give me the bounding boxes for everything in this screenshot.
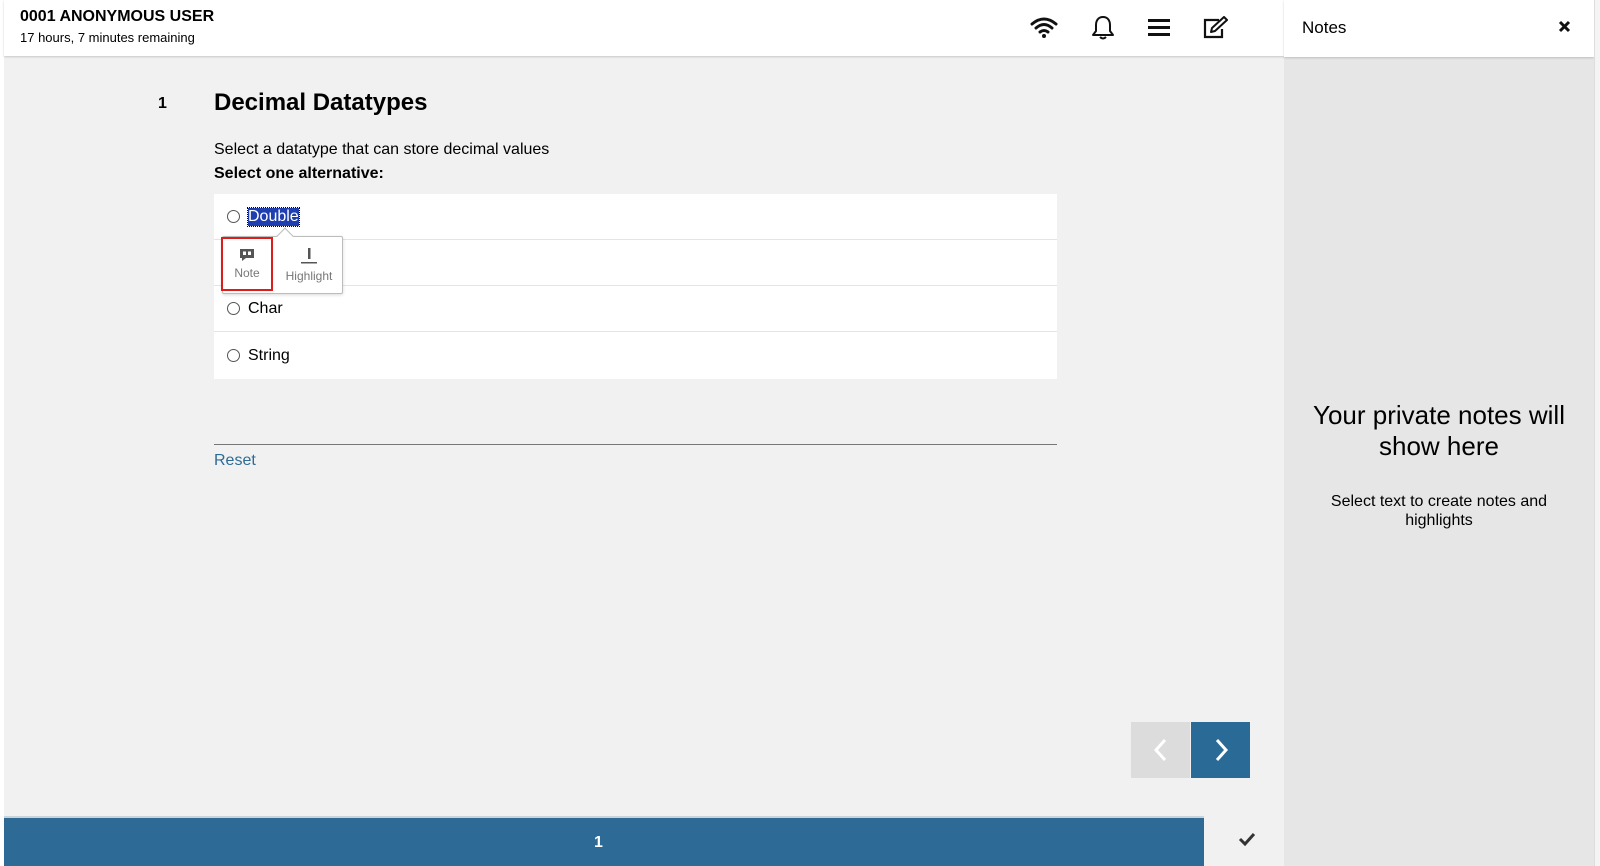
close-icon[interactable]: [1554, 16, 1574, 36]
note-button[interactable]: Note: [221, 237, 273, 291]
chevron-right-icon: [1215, 738, 1228, 762]
scrollbar[interactable]: [1594, 0, 1600, 866]
top-bar: 0001 ANONYMOUS USER 17 hours, 7 minutes …: [4, 0, 1284, 56]
question-text: Select a datatype that can store decimal…: [214, 141, 550, 158]
notes-empty-title: Your private notes will show here: [1313, 400, 1565, 461]
main-panel: 0001 ANONYMOUS USER 17 hours, 7 minutes …: [4, 0, 1284, 866]
highlight-label: Highlight: [285, 269, 333, 283]
question-navigation-bar: 1: [4, 816, 1204, 866]
reset-link[interactable]: Reset: [214, 452, 256, 470]
notes-header: Notes: [1284, 0, 1594, 57]
option-label[interactable]: String: [248, 347, 290, 365]
notes-empty-subtitle: Select text to create notes and highligh…: [1330, 493, 1548, 529]
check-icon[interactable]: [1238, 832, 1256, 851]
user-name: 0001 ANONYMOUS USER: [20, 8, 215, 25]
question-instruction: Select one alternative:: [214, 165, 384, 182]
note-label: Note: [234, 266, 260, 280]
option-label[interactable]: Char: [248, 300, 283, 318]
chevron-left-icon: [1153, 738, 1166, 762]
option-string[interactable]: String: [214, 332, 1057, 379]
option-double[interactable]: Double: [214, 194, 1057, 240]
menu-icon[interactable]: [1144, 14, 1174, 42]
question-number: 1: [158, 95, 167, 112]
next-button[interactable]: [1191, 722, 1250, 778]
highlight-button[interactable]: Highlight: [277, 237, 341, 293]
quote-icon: [240, 249, 254, 261]
radio-button[interactable]: [227, 302, 240, 315]
radio-button[interactable]: [227, 210, 240, 223]
highlight-icon: [301, 248, 317, 264]
wifi-icon[interactable]: [1029, 14, 1059, 42]
notes-title: Notes: [1302, 18, 1347, 37]
page-number-button[interactable]: 1: [594, 834, 603, 852]
radio-button[interactable]: [227, 349, 240, 362]
bell-icon[interactable]: [1088, 14, 1118, 42]
edit-icon[interactable]: [1200, 14, 1230, 42]
option-label[interactable]: Double: [247, 206, 300, 227]
divider: [214, 444, 1057, 445]
question-title: Decimal Datatypes: [214, 89, 428, 116]
selection-popup: Note Highlight: [221, 227, 343, 294]
notes-panel: Notes Your private notes will show here …: [1284, 0, 1594, 866]
time-remaining: 17 hours, 7 minutes remaining: [20, 30, 195, 45]
previous-button[interactable]: [1131, 722, 1190, 778]
